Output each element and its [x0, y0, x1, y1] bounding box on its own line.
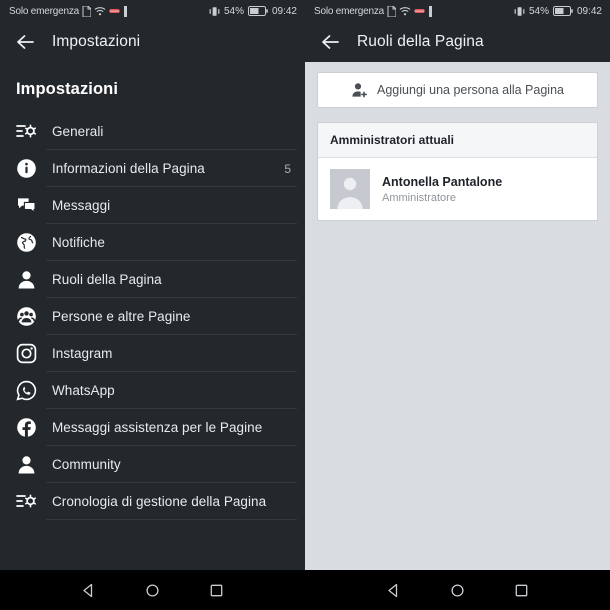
sidebar-item-badge: 5 [284, 161, 291, 176]
globe-icon [14, 231, 38, 255]
person-role: Amministratore [382, 191, 456, 204]
battery-percent-label: 54% [528, 5, 549, 17]
status-bar-left-group: Solo emergenza [314, 5, 433, 17]
back-arrow-icon[interactable] [14, 31, 36, 53]
battery-icon [552, 6, 573, 16]
battery-percent-label: 54% [223, 5, 244, 17]
back-arrow-icon[interactable] [319, 31, 341, 53]
default-avatar-icon [330, 169, 370, 209]
list-item[interactable]: Antonella Pantalone Amministratore [318, 158, 597, 220]
sim-card-icon [387, 5, 397, 17]
sidebar-item-notifiche[interactable]: Notifiche [0, 224, 305, 261]
sidebar-item-cronologia-di-gestione-della-pagina[interactable]: Cronologia di gestione della Pagina [0, 483, 305, 520]
whatsapp-icon [14, 379, 38, 403]
sliders-settings-icon [14, 120, 38, 144]
square-recents-icon[interactable] [208, 581, 226, 599]
person-icon [14, 453, 38, 477]
group-people-icon [14, 305, 38, 329]
settings-body: Impostazioni Generali Informazioni della… [0, 62, 305, 570]
square-recents-icon[interactable] [513, 581, 531, 599]
sim-card-icon [82, 5, 92, 17]
sidebar-item-label: Ruoli della Pagina [52, 272, 162, 287]
sidebar-item-community[interactable]: Community [0, 446, 305, 483]
sidebar-item-label: Persone e altre Pagine [52, 309, 191, 324]
usb-icon [123, 5, 128, 17]
left-app-bar: Impostazioni [0, 22, 305, 62]
left-screen-settings: Solo emergenza 54% 09:42 Impostazioni Im… [0, 0, 305, 610]
triangle-back-icon[interactable] [79, 581, 97, 599]
circle-home-icon[interactable] [143, 581, 161, 599]
add-person-button-label: Aggiungi una persona alla Pagina [377, 83, 564, 97]
status-bar-left: Solo emergenza 54% 09:42 [0, 0, 305, 22]
sidebar-item-label: Generali [52, 124, 104, 139]
add-person-button[interactable]: Aggiungi una persona alla Pagina [317, 72, 598, 108]
alarm-icon [414, 6, 425, 16]
phone-screenshot-pair: Solo emergenza 54% 09:42 Impostazioni Im… [0, 0, 610, 610]
right-app-bar-title: Ruoli della Pagina [357, 33, 484, 50]
sidebar-item-informazioni-della-pagina[interactable]: Informazioni della Pagina 5 [0, 150, 305, 187]
triangle-back-icon[interactable] [384, 581, 402, 599]
sidebar-item-label: Messaggi [52, 198, 111, 213]
admins-card-header: Amministratori attuali [318, 123, 597, 158]
person-info: Antonella Pantalone Amministratore [382, 175, 502, 204]
wifi-icon [94, 6, 106, 16]
vibrate-icon [209, 6, 220, 17]
sidebar-item-generali[interactable]: Generali [0, 113, 305, 150]
nav-bar-left [0, 570, 305, 610]
right-screen-page-roles: Solo emergenza 54% 09:42 Ruoli della Pag… [305, 0, 610, 610]
sliders-settings-icon [14, 490, 38, 514]
sidebar-item-label: Messaggi assistenza per le Pagine [52, 420, 263, 435]
nav-bar-right [305, 570, 610, 610]
usb-icon [428, 5, 433, 17]
person-icon [14, 268, 38, 292]
facebook-icon [14, 416, 38, 440]
sidebar-item-messaggi-assistenza-per-le-pagine[interactable]: Messaggi assistenza per le Pagine [0, 409, 305, 446]
sidebar-item-label: Instagram [52, 346, 113, 361]
status-bar-right: Solo emergenza 54% 09:42 [305, 0, 610, 22]
status-bar-left-group: Solo emergenza [9, 5, 128, 17]
page-roles-content: Aggiungi una persona alla Pagina Amminis… [305, 62, 610, 221]
left-app-bar-title: Impostazioni [52, 33, 141, 50]
sidebar-item-label: Notifiche [52, 235, 105, 250]
alarm-icon [109, 6, 120, 16]
sidebar-item-label: WhatsApp [52, 383, 115, 398]
sidebar-item-messaggi[interactable]: Messaggi [0, 187, 305, 224]
person-name: Antonella Pantalone [382, 174, 503, 189]
info-circle-icon [14, 157, 38, 181]
battery-icon [247, 6, 268, 16]
chat-bubbles-icon [14, 194, 38, 218]
sidebar-item-label: Informazioni della Pagina [52, 161, 205, 176]
sidebar-item-whatsapp[interactable]: WhatsApp [0, 372, 305, 409]
add-person-icon [351, 82, 368, 99]
sidebar-item-instagram[interactable]: Instagram [0, 335, 305, 372]
status-bar-right-group: 54% 09:42 [514, 0, 602, 22]
carrier-label: Solo emergenza [314, 5, 385, 17]
page-title: Impostazioni [16, 80, 119, 98]
clock-label: 09:42 [271, 5, 297, 17]
instagram-icon [14, 342, 38, 366]
sidebar-item-label: Cronologia di gestione della Pagina [52, 494, 267, 509]
wifi-icon [399, 6, 411, 16]
settings-list: Generali Informazioni della Pagina 5 Mes… [0, 113, 305, 520]
sidebar-item-label: Community [52, 457, 121, 472]
clock-label: 09:42 [576, 5, 602, 17]
status-bar-right-group: 54% 09:42 [209, 0, 297, 22]
circle-home-icon[interactable] [448, 581, 466, 599]
android-nav-bar [0, 570, 610, 610]
right-app-bar: Ruoli della Pagina [305, 22, 610, 62]
admins-card: Amministratori attuali Antonella Pantalo… [317, 122, 598, 221]
vibrate-icon [514, 6, 525, 17]
sidebar-item-ruoli-della-pagina[interactable]: Ruoli della Pagina [0, 261, 305, 298]
carrier-label: Solo emergenza [9, 5, 80, 17]
sidebar-item-persone-e-altre-pagine[interactable]: Persone e altre Pagine [0, 298, 305, 335]
